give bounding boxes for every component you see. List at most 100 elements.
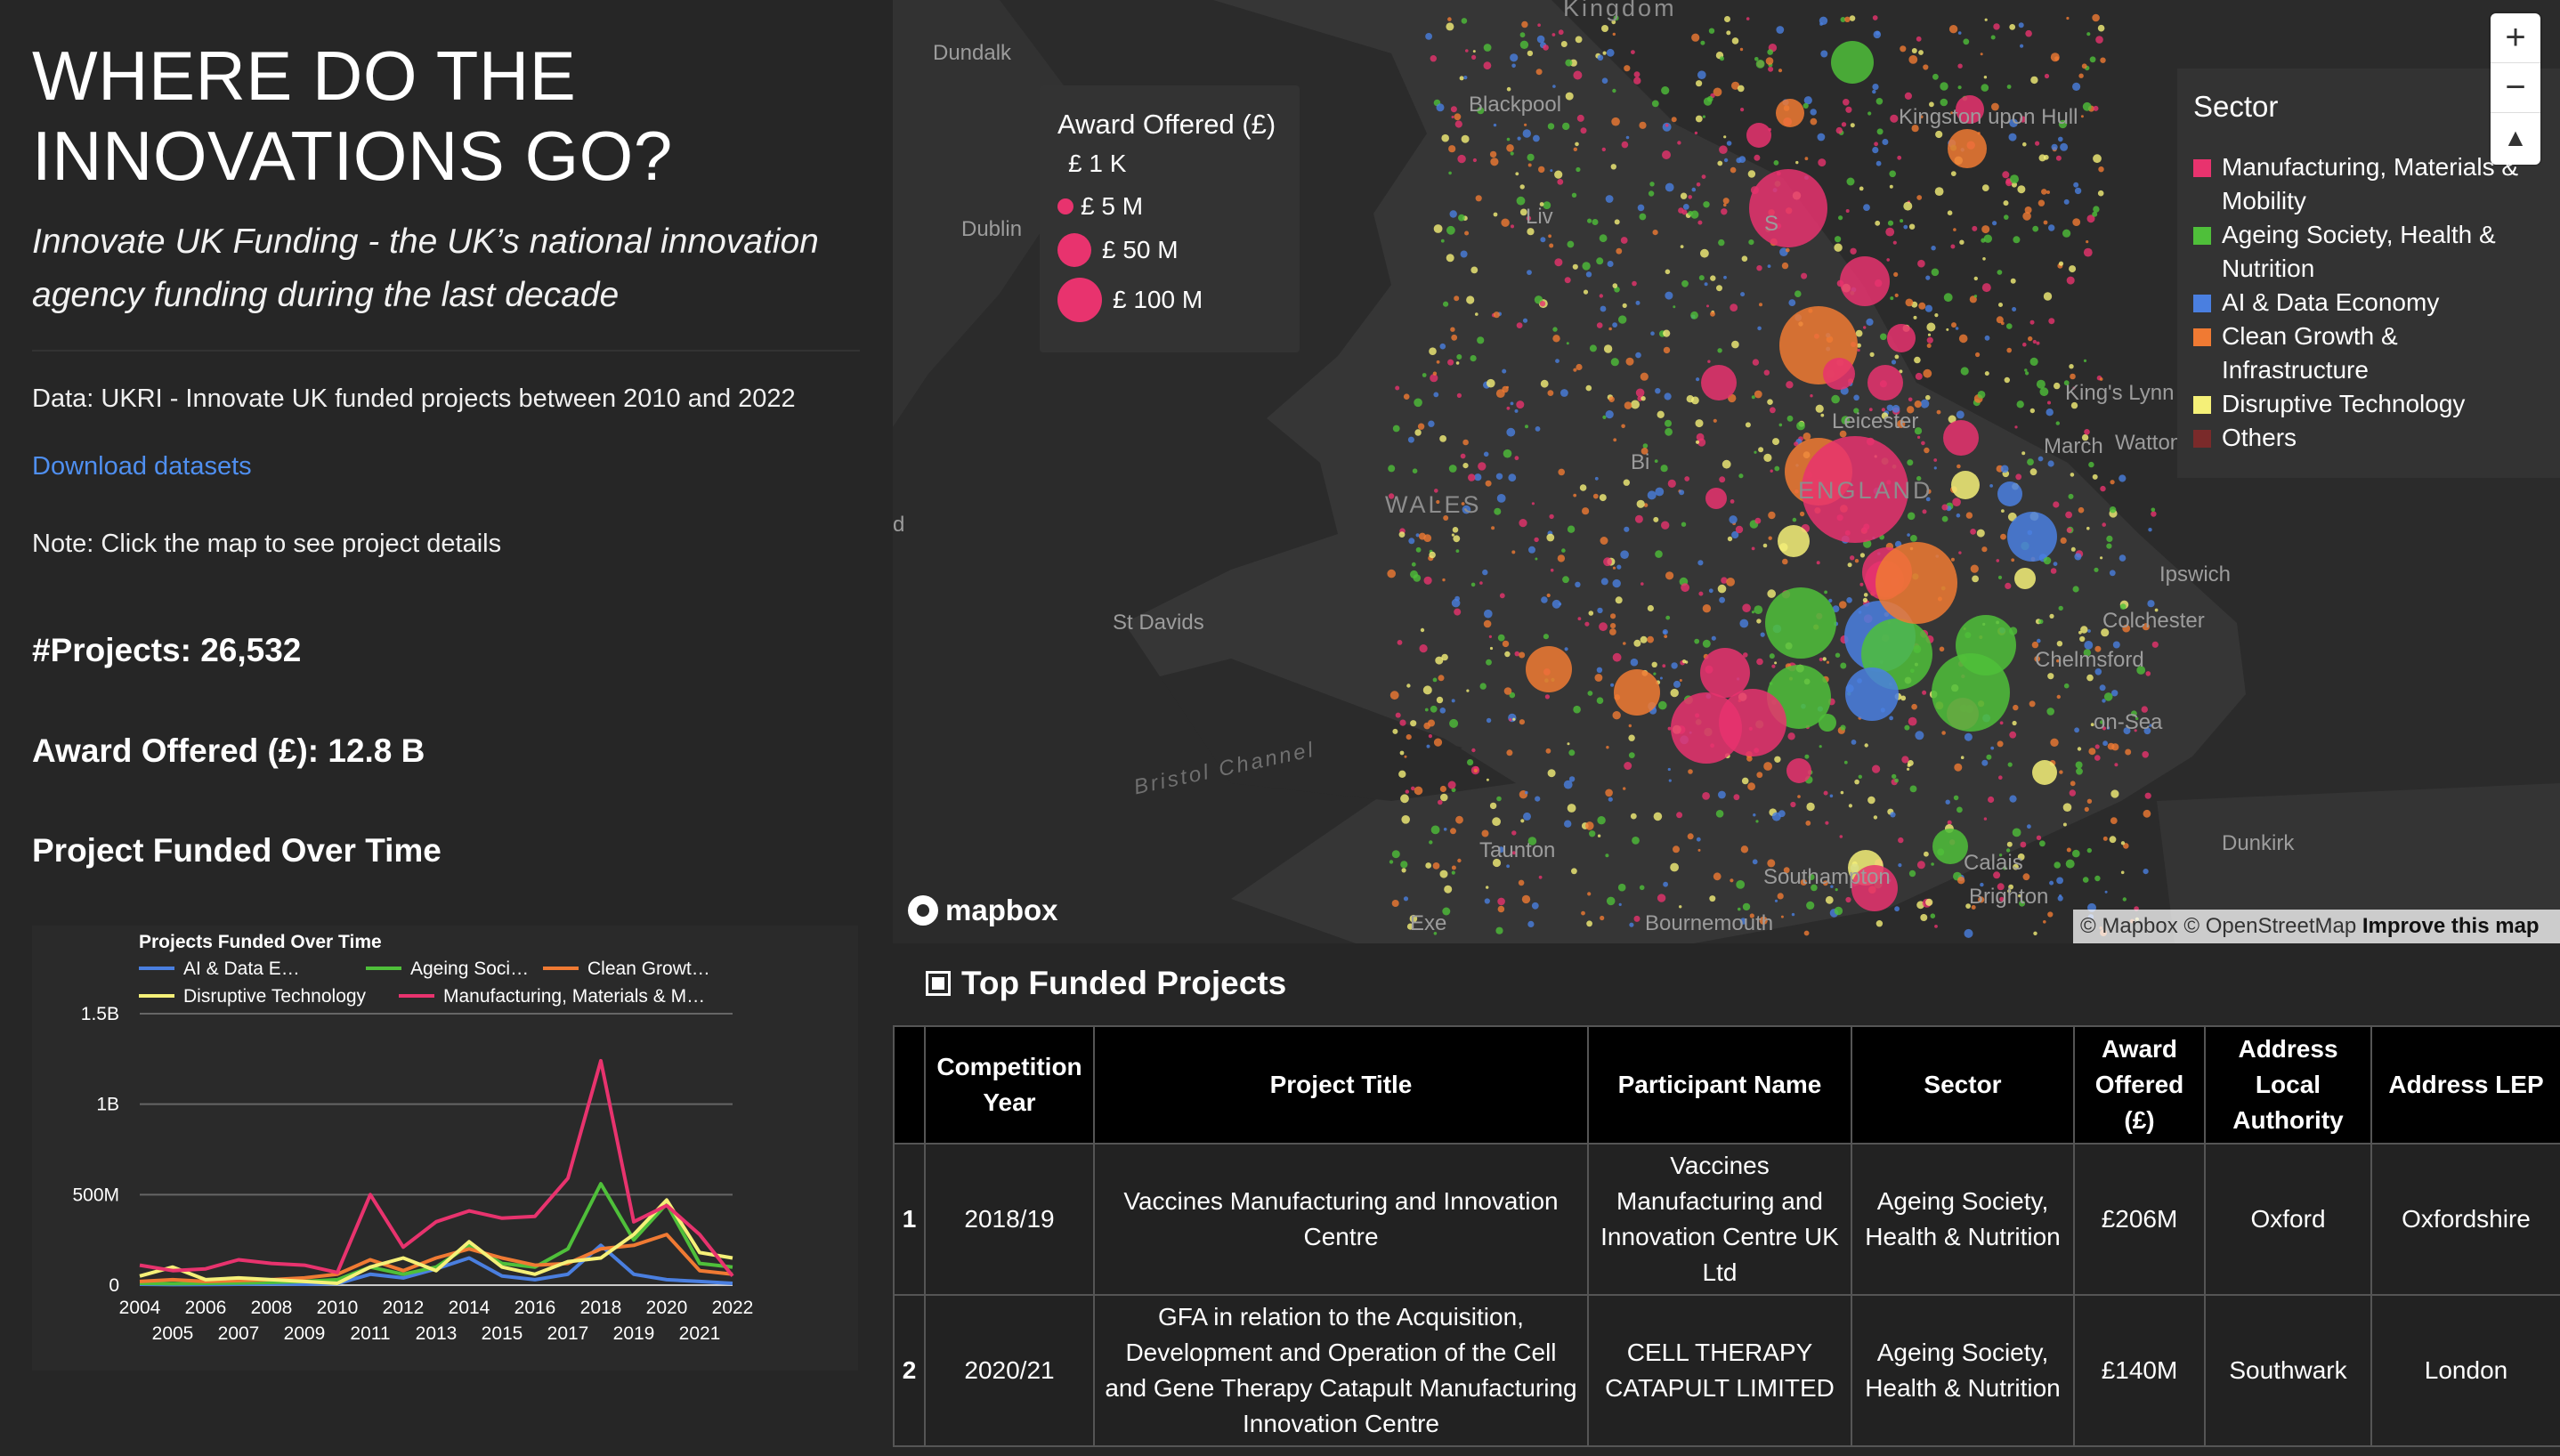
- project-dot[interactable]: [1781, 262, 1789, 270]
- project-dot[interactable]: [1970, 564, 1979, 573]
- project-dot[interactable]: [1651, 100, 1659, 108]
- project-dot[interactable]: [1875, 220, 1881, 226]
- project-dot[interactable]: [1524, 123, 1527, 126]
- project-dot[interactable]: [1406, 734, 1412, 740]
- project-dot[interactable]: [1451, 334, 1458, 341]
- sector-legend-item[interactable]: Others: [2193, 421, 2544, 455]
- project-dot[interactable]: [1935, 130, 1943, 139]
- project-dot[interactable]: [1950, 557, 1955, 562]
- project-dot[interactable]: [2037, 199, 2046, 206]
- project-dot[interactable]: [1509, 718, 1512, 722]
- project-dot[interactable]: [1631, 400, 1640, 409]
- column-header[interactable]: Address Local Authority: [2204, 1025, 2372, 1145]
- project-dot[interactable]: [1855, 329, 1863, 337]
- project-dot[interactable]: [1636, 499, 1645, 508]
- project-dot[interactable]: [1696, 837, 1701, 842]
- project-dot[interactable]: [1594, 476, 1599, 481]
- project-dot[interactable]: [1475, 312, 1478, 316]
- project-dot[interactable]: [1708, 588, 1713, 594]
- project-dot[interactable]: [1810, 117, 1818, 125]
- project-dot[interactable]: [2036, 835, 2042, 840]
- project-dot[interactable]: [1892, 240, 1897, 245]
- project-dot[interactable]: [1624, 762, 1632, 770]
- project-dot[interactable]: [1630, 813, 1637, 820]
- project-dot[interactable]: [1700, 40, 1705, 45]
- project-dot[interactable]: [1568, 749, 1576, 756]
- project-dot[interactable]: [2093, 206, 2100, 213]
- project-dot[interactable]: [2151, 507, 2156, 513]
- project-dot[interactable]: [1767, 264, 1771, 268]
- project-dot[interactable]: [1410, 570, 1418, 578]
- project-dot[interactable]: [1438, 675, 1445, 682]
- project-dot[interactable]: [1573, 368, 1577, 372]
- column-header[interactable]: Participant Name: [1587, 1025, 1852, 1145]
- project-dot[interactable]: [1946, 328, 1949, 331]
- project-dot[interactable]: [2092, 211, 2098, 217]
- project-dot[interactable]: [1537, 23, 1541, 28]
- zoom-in-button[interactable]: +: [2491, 13, 2540, 63]
- project-dot[interactable]: [2063, 198, 2070, 205]
- project-dot[interactable]: [1665, 571, 1674, 580]
- project-dot[interactable]: [1954, 763, 1963, 772]
- project-dot[interactable]: [1694, 638, 1700, 644]
- project-dot[interactable]: [2120, 870, 2125, 875]
- project-dot[interactable]: [1667, 726, 1672, 731]
- project-dot[interactable]: [1890, 296, 1894, 301]
- project-dot[interactable]: [1423, 722, 1430, 730]
- project-dot[interactable]: [1433, 224, 1443, 233]
- project-dot[interactable]: [2086, 798, 2093, 804]
- project-dot[interactable]: [1825, 821, 1829, 825]
- project-dot[interactable]: [1417, 423, 1425, 430]
- project-dot[interactable]: [2046, 408, 2054, 417]
- project-dot[interactable]: [1920, 399, 1930, 408]
- project-dot[interactable]: [2109, 570, 2116, 577]
- project-dot[interactable]: [1756, 772, 1763, 779]
- project-dot[interactable]: [2079, 635, 2086, 643]
- project-dot[interactable]: [1440, 239, 1445, 243]
- project-dot[interactable]: [1760, 632, 1765, 637]
- project-dot[interactable]: [2078, 506, 2085, 514]
- project-bubble[interactable]: [2032, 760, 2057, 785]
- project-dot[interactable]: [1840, 724, 1846, 731]
- project-dot[interactable]: [1715, 810, 1724, 818]
- project-dot[interactable]: [2054, 861, 2061, 869]
- project-bubble[interactable]: [1932, 653, 2010, 732]
- project-dot[interactable]: [1653, 812, 1663, 821]
- project-dot[interactable]: [1984, 371, 1989, 376]
- project-dot[interactable]: [1448, 145, 1456, 153]
- project-dot[interactable]: [1907, 533, 1910, 537]
- project-dot[interactable]: [2006, 841, 2013, 847]
- project-dot[interactable]: [1609, 628, 1616, 635]
- project-dot[interactable]: [1704, 282, 1708, 287]
- project-dot[interactable]: [1667, 479, 1676, 489]
- project-dot[interactable]: [1523, 812, 1531, 821]
- project-dot[interactable]: [2104, 890, 2108, 894]
- project-dot[interactable]: [1754, 57, 1759, 61]
- project-dot[interactable]: [1616, 564, 1622, 570]
- project-dot[interactable]: [1805, 821, 1811, 826]
- project-dot[interactable]: [1579, 484, 1587, 491]
- project-bubble[interactable]: [2007, 512, 2057, 562]
- project-dot[interactable]: [2016, 400, 2024, 408]
- project-dot[interactable]: [1443, 828, 1447, 831]
- project-dot[interactable]: [1981, 759, 1989, 766]
- project-bubble[interactable]: [1943, 420, 1979, 456]
- project-dot[interactable]: [1665, 419, 1672, 427]
- project-dot[interactable]: [1516, 196, 1526, 206]
- project-dot[interactable]: [1575, 581, 1581, 587]
- project-dot[interactable]: [1980, 53, 1983, 56]
- project-dot[interactable]: [2048, 224, 2055, 231]
- project-dot[interactable]: [2087, 629, 2091, 633]
- project-dot[interactable]: [1561, 548, 1566, 553]
- project-dot[interactable]: [2033, 931, 2037, 936]
- project-dot[interactable]: [1933, 458, 1938, 462]
- project-dot[interactable]: [1759, 303, 1762, 307]
- project-dot[interactable]: [1838, 215, 1843, 221]
- project-dot[interactable]: [2050, 53, 2060, 62]
- project-dot[interactable]: [1665, 291, 1673, 300]
- project-dot[interactable]: [1922, 509, 1927, 514]
- project-dot[interactable]: [1607, 261, 1614, 267]
- project-dot[interactable]: [1909, 785, 1917, 793]
- project-dot[interactable]: [1403, 896, 1409, 902]
- project-dot[interactable]: [1535, 796, 1541, 802]
